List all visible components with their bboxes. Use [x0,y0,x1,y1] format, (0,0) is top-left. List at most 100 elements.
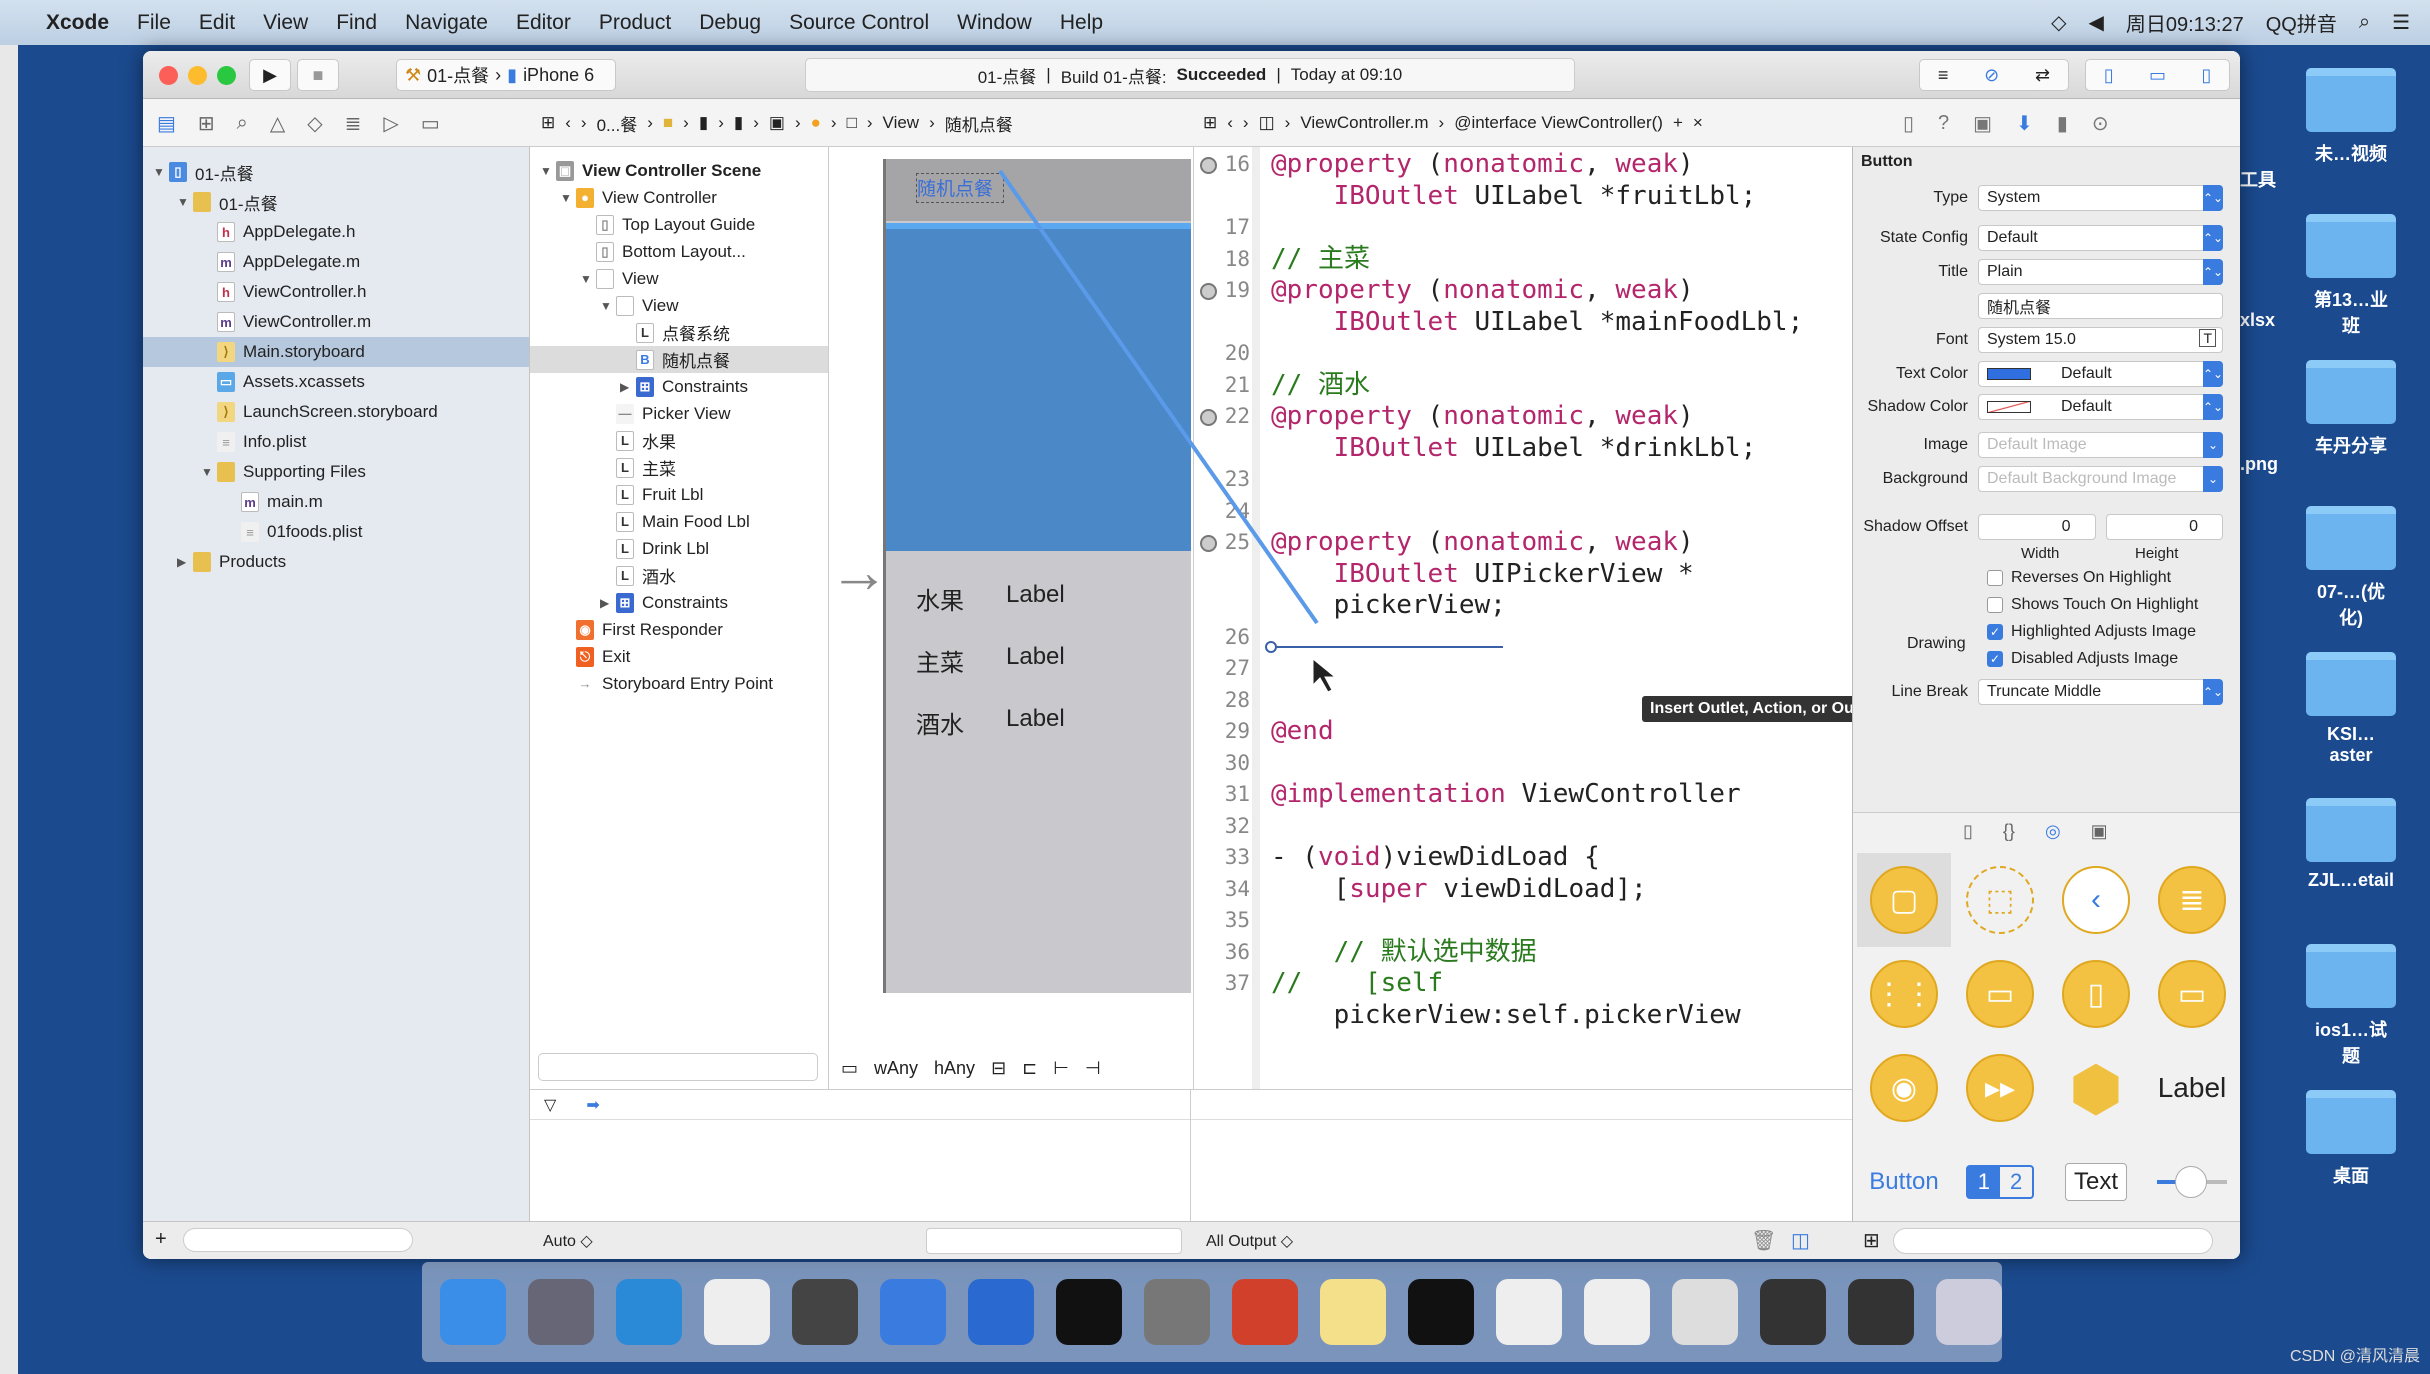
breakpoints-icon[interactable]: ➡ [586,1095,599,1115]
image-select[interactable]: Default Image ⌄ [1978,432,2223,458]
menu-help[interactable]: Help [1060,11,1103,35]
volume-icon[interactable]: ◀ [2088,10,2103,35]
preview-3-icon[interactable] [1672,1279,1738,1345]
variables-filter-input[interactable] [926,1228,1182,1254]
screen-1-icon[interactable] [1760,1279,1826,1345]
library-item-collection-view-controller[interactable]: ⋮⋮ [1857,947,1951,1041]
checkbox-unchecked[interactable] [1987,570,2003,586]
title-style-select[interactable]: Plain ⌃⌄ [1978,259,2223,285]
color-swatch[interactable] [1987,401,2031,413]
checkbox-row[interactable]: ✓ Disabled Adjusts Image [1987,650,2178,668]
hide-debug-icon[interactable]: ▽ [544,1095,556,1115]
desktop-folder[interactable]: KSI…aster [2306,652,2396,766]
menu-file[interactable]: File [137,11,171,35]
library-item-glkit-view-controller[interactable]: ◉ [1857,1041,1951,1135]
instruments-icon[interactable] [968,1279,1034,1345]
xcode-icon[interactable] [880,1279,946,1345]
desktop-item-label[interactable]: 工具 [2240,166,2276,192]
library-item-object[interactable]: ⬢ [2049,1041,2143,1135]
font-field[interactable]: System 15.0 T [1978,327,2223,353]
add-icon[interactable]: + [155,1228,167,1251]
safari-icon[interactable] [616,1279,682,1345]
library-item-split-view-controller[interactable]: ▯ [2049,947,2143,1041]
preview-1-icon[interactable] [1496,1279,1562,1345]
desktop-folder[interactable]: ios1…试题 [2306,944,2396,1068]
checkbox-row[interactable]: Shows Touch On Highlight [1987,596,2198,614]
title-text-input[interactable]: 随机点餐 [1978,293,2223,319]
library-item-view-controller[interactable]: ▢ [1857,853,1951,947]
navigator-filter-input[interactable] [183,1228,413,1252]
menu-product[interactable]: Product [599,11,671,35]
finder-icon[interactable] [440,1279,506,1345]
library-item-segmented-control[interactable]: 12 [1953,1135,2047,1229]
library-filter-input[interactable] [1893,1228,2213,1254]
console-icon[interactable] [1408,1279,1474,1345]
type-select[interactable]: System ⌃⌄ [1978,185,2223,211]
line-break-select[interactable]: Truncate Middle ⌃⌄ [1978,679,2223,705]
trash-icon[interactable]: 🗑 [1751,1228,1776,1253]
powerpoint-icon[interactable] [1232,1279,1298,1345]
trash-icon[interactable] [1936,1279,2002,1345]
menu-view[interactable]: View [263,11,308,35]
shadow-offset-width[interactable]: 0 [1978,514,2096,540]
menu-editor[interactable]: Editor [516,11,571,35]
desktop-folder[interactable]: 桌面 [2306,1090,2396,1188]
checkbox-unchecked[interactable] [1987,597,2003,613]
desktop-item-label[interactable]: xlsx [2240,310,2275,331]
code-snippet-icon[interactable]: {} [2003,821,2015,842]
notes-icon[interactable] [1320,1279,1386,1345]
menu-navigate[interactable]: Navigate [405,11,488,35]
grid-view-icon[interactable]: ⊞ [1863,1228,1880,1253]
text-color-select[interactable]: Default ⌃⌄ [1978,361,2223,387]
input-method[interactable]: QQ拼音 [2266,8,2337,37]
background-select[interactable]: Default Background Image ⌄ [1978,466,2223,492]
menu-window[interactable]: Window [957,11,1032,35]
library-item-page-view-controller[interactable]: ▭ [2145,947,2239,1041]
mouse-icon[interactable] [704,1279,770,1345]
checkbox-checked[interactable]: ✓ [1987,651,2003,667]
library-item-table-view-controller[interactable]: ≣ [2145,853,2239,947]
shadow-color-select[interactable]: Default ⌃⌄ [1978,394,2223,420]
launchpad-icon[interactable] [528,1279,594,1345]
desktop-folder[interactable]: ZJL…etail [2306,798,2396,891]
console-output-select[interactable]: All Output ◇ [1206,1231,1293,1251]
object-library-icon[interactable]: ◎ [2045,821,2061,842]
library-item-button[interactable]: Button [1857,1135,1951,1229]
state-config-select[interactable]: Default ⌃⌄ [1978,225,2223,251]
clock[interactable]: 周日09:13:27 [2126,8,2244,37]
preview-2-icon[interactable] [1584,1279,1650,1345]
library-item-text-field[interactable]: Text [2049,1135,2143,1229]
checkbox-row[interactable]: Reverses On Highlight [1987,569,2171,587]
split-console-icon[interactable]: ◫ [1791,1228,1810,1253]
variables-scope-select[interactable]: Auto ◇ [543,1231,593,1251]
shadow-offset-height[interactable]: 0 [2105,514,2223,540]
font-picker-icon[interactable]: T [2199,329,2216,347]
screen-2-icon[interactable] [1848,1279,1914,1345]
library-item-storyboard-reference[interactable]: ⬚ [1953,853,2047,947]
spotlight-icon[interactable]: ⌕ [2359,11,2370,34]
media-library-icon[interactable]: ▣ [2091,821,2108,842]
menu-debug[interactable]: Debug [699,11,761,35]
menu-app[interactable]: Xcode [46,11,109,35]
file-template-icon[interactable]: ▯ [1963,821,1973,842]
photo-booth-icon[interactable] [792,1279,858,1345]
library-item-tab-bar-controller[interactable]: ▭ [1953,947,2047,1041]
system-preferences-icon[interactable] [1144,1279,1210,1345]
library-item-navigation-controller[interactable]: ‹ [2049,853,2143,947]
menu-source-control[interactable]: Source Control [789,11,929,35]
notification-icon[interactable]: ☰ [2392,10,2410,35]
desktop-folder[interactable]: 07-…(优化) [2306,506,2396,630]
terminal-icon[interactable] [1056,1279,1122,1345]
desktop-folder[interactable]: 未…视频 [2306,68,2396,166]
menu-find[interactable]: Find [336,11,377,35]
desktop-folder[interactable]: 车丹分享 [2306,360,2396,458]
desktop-folder[interactable]: 第13…业班 [2306,214,2396,338]
library-item-av-player-view-controller[interactable]: ▸▸ [1953,1041,2047,1135]
color-swatch[interactable] [1987,368,2031,380]
checkbox-row[interactable]: ✓ Highlighted Adjusts Image [1987,623,2196,641]
menu-edit[interactable]: Edit [199,11,235,35]
desktop-item-label[interactable]: .png [2240,454,2278,475]
wifi-icon[interactable]: ◇ [2051,10,2066,35]
library-item-label[interactable]: Label [2145,1041,2239,1135]
library-item-slider[interactable] [2145,1135,2239,1229]
